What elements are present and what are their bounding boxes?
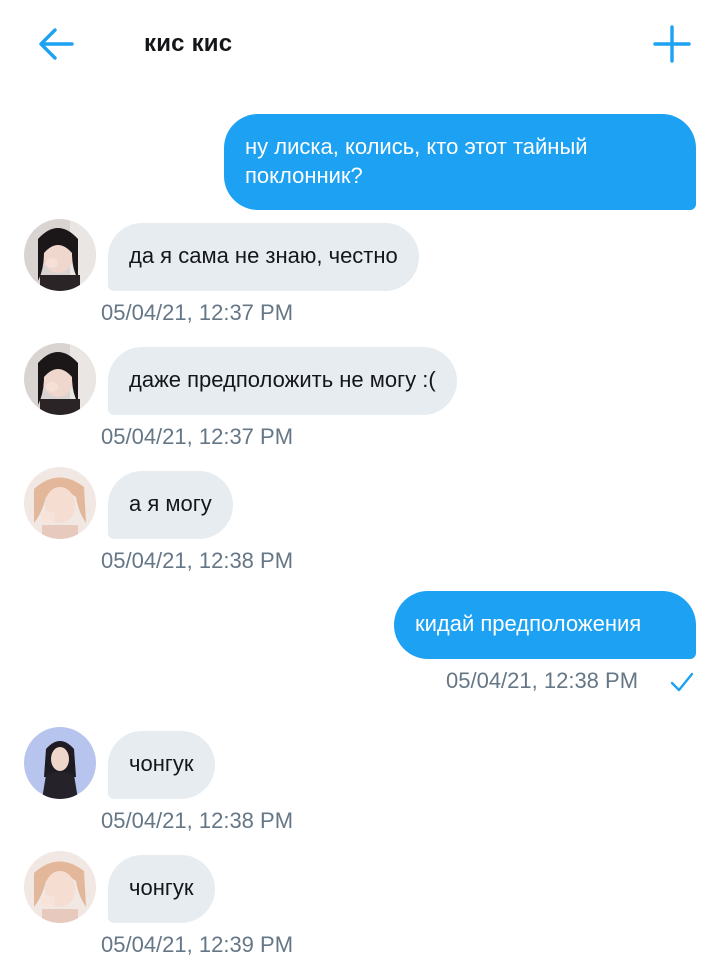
received-message-bubble[interactable]: чонгук bbox=[108, 855, 215, 923]
chat-screen: кис кис ну лиска, колись, кто этот тайны… bbox=[0, 0, 720, 966]
message-text: даже предположить не могу :( bbox=[129, 367, 436, 392]
message-timestamp: 05/04/21, 12:38 PM bbox=[101, 548, 294, 573]
plus-icon bbox=[653, 25, 691, 63]
message-text: а я могу bbox=[129, 491, 212, 516]
sent-message-bubble[interactable]: ну лиска, колись, кто этот тайный поклон… bbox=[224, 114, 696, 210]
received-message-bubble[interactable]: а я могу bbox=[108, 471, 233, 539]
arrow-left-icon bbox=[39, 28, 74, 60]
message-text: чонгук bbox=[129, 751, 194, 776]
sent-message-bubble[interactable]: кидай предположения bbox=[394, 591, 696, 659]
avatar[interactable] bbox=[24, 219, 96, 291]
message-text-line: поклонник? bbox=[245, 163, 363, 188]
conversation-title: кис кис bbox=[144, 30, 233, 57]
received-message-bubble[interactable]: чонгук bbox=[108, 731, 215, 799]
back-button[interactable] bbox=[36, 26, 76, 62]
message-text-line: ну лиска, колись, кто этот тайный bbox=[245, 134, 588, 159]
chat-header: кис кис bbox=[0, 0, 720, 90]
message-timestamp: 05/04/21, 12:37 PM bbox=[101, 300, 294, 325]
message-text: кидай предположения bbox=[415, 611, 642, 636]
message-text: чонгук bbox=[129, 875, 194, 900]
avatar[interactable] bbox=[24, 851, 96, 923]
message-timestamp: 05/04/21, 12:37 PM bbox=[101, 424, 294, 449]
message-timestamp: 05/04/21, 12:38 PM bbox=[446, 668, 639, 693]
received-message-bubble[interactable]: да я сама не знаю, честно bbox=[108, 223, 419, 291]
received-message-bubble[interactable]: даже предположить не могу :( bbox=[108, 347, 457, 415]
avatar[interactable] bbox=[24, 727, 96, 799]
message-text: да я сама не знаю, честно bbox=[129, 243, 398, 268]
checkmark-icon bbox=[670, 672, 694, 692]
add-button[interactable] bbox=[652, 24, 692, 64]
avatar[interactable] bbox=[24, 343, 96, 415]
message-timestamp: 05/04/21, 12:39 PM bbox=[101, 932, 294, 957]
avatar[interactable] bbox=[24, 467, 96, 539]
message-timestamp: 05/04/21, 12:38 PM bbox=[101, 808, 294, 833]
